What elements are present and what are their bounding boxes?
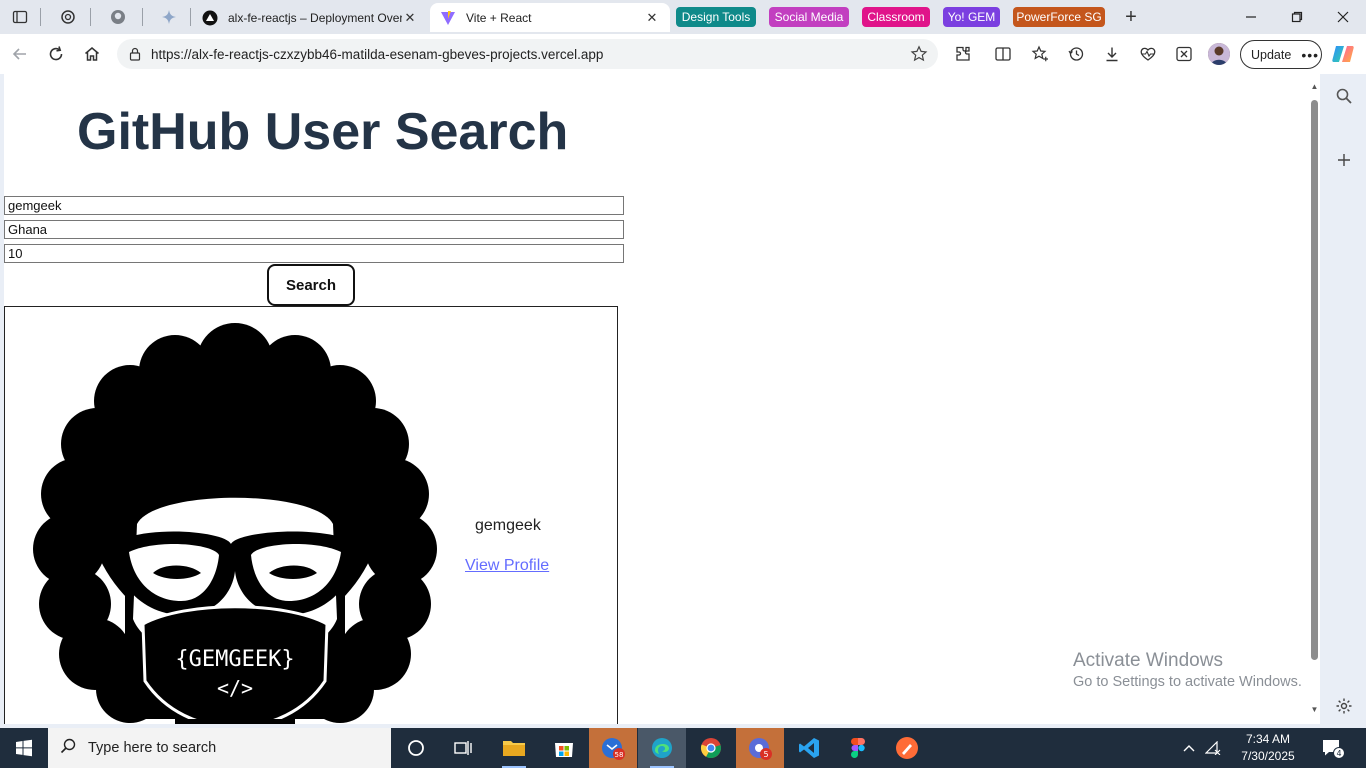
user-avatar-image: {GEMGEEK} </> <box>33 323 437 724</box>
chrome-profile-icon[interactable]: 5 <box>736 728 784 768</box>
close-window-icon[interactable] <box>1320 0 1366 34</box>
notification-center-icon[interactable]: 4 <box>1320 736 1346 760</box>
notification-count: 4 <box>1336 749 1341 758</box>
scroll-down-arrow-icon[interactable]: ▼ <box>1310 706 1319 714</box>
taskbar-search-box[interactable]: Type here to search <box>48 728 391 768</box>
update-button[interactable]: Update ••• <box>1240 40 1322 69</box>
divider <box>142 8 143 26</box>
tab-title: alx-fe-reactjs – Deployment Overv <box>228 10 402 25</box>
split-screen-icon[interactable] <box>991 42 1015 66</box>
microsoft-store-icon[interactable] <box>540 728 588 768</box>
more-options-icon[interactable]: ••• <box>1301 47 1319 63</box>
taskbar-search-placeholder: Type here to search <box>88 740 217 756</box>
history-icon[interactable] <box>1064 42 1088 66</box>
back-arrow-icon[interactable] <box>8 42 32 66</box>
browser-essentials-icon[interactable] <box>1136 42 1160 66</box>
cortana-icon[interactable] <box>392 728 440 768</box>
tab-group-powerforce[interactable]: PowerForce SG <box>1013 7 1105 27</box>
edge-sidebar <box>1322 74 1366 724</box>
min-repos-input[interactable] <box>4 244 624 263</box>
tab-vercel[interactable]: alx-fe-reactjs – Deployment Overv ✕ <box>192 3 428 32</box>
divider <box>40 8 41 26</box>
chrome-badge-count: 5 <box>763 750 768 759</box>
avatar-text-gemgeek: {GEMGEEK} <box>175 647 294 672</box>
refresh-icon[interactable] <box>44 42 68 66</box>
search-icon[interactable] <box>1332 84 1356 108</box>
divider <box>90 8 91 26</box>
search-icon <box>60 738 76 759</box>
github-tab-icon[interactable] <box>106 5 130 29</box>
favorites-icon[interactable] <box>1028 42 1052 66</box>
chatgpt-tab-icon[interactable] <box>56 5 80 29</box>
gemini-tab-icon[interactable] <box>157 5 181 29</box>
username-input[interactable] <box>4 196 624 215</box>
update-label: Update <box>1251 47 1292 62</box>
watermark-subtitle: Go to Settings to activate Windows. <box>1073 674 1302 690</box>
watermark-title: Activate Windows <box>1073 650 1223 671</box>
sidebar-settings-gear-icon[interactable] <box>1332 694 1356 718</box>
windows-start-icon[interactable] <box>0 728 48 768</box>
vite-icon <box>440 10 456 26</box>
vscode-icon[interactable] <box>785 728 833 768</box>
activate-windows-watermark: Activate Windows Go to Settings to activ… <box>1073 650 1302 690</box>
file-explorer-icon[interactable] <box>490 728 538 768</box>
tab-actions-icon[interactable] <box>8 5 32 29</box>
restore-icon[interactable] <box>1274 0 1320 34</box>
vertical-scrollbar[interactable]: ▲ ▼ <box>1309 74 1320 724</box>
tab-title: Vite + React <box>466 10 532 25</box>
home-icon[interactable] <box>80 42 104 66</box>
new-tab-icon[interactable]: + <box>1119 5 1143 29</box>
windows-taskbar: Type here to search 58 5 7:34 AM 7/30/20… <box>0 728 1366 768</box>
tab-group-classroom[interactable]: Classroom <box>862 7 930 27</box>
page-viewport: GitHub User Search Search <box>4 74 1309 724</box>
url-text[interactable]: https://alx-fe-reactjs-czxzybb46-matilda… <box>151 47 908 62</box>
search-button[interactable]: Search <box>267 264 355 306</box>
browser-toolbar: https://alx-fe-reactjs-czxzybb46-matilda… <box>0 34 1366 74</box>
chrome-icon[interactable] <box>687 728 735 768</box>
teams-badge-count: 58 <box>615 751 624 759</box>
copilot-icon[interactable] <box>1330 41 1356 67</box>
add-sidebar-app-icon[interactable] <box>1332 148 1356 172</box>
network-icon[interactable] <box>1203 728 1223 768</box>
scroll-thumb[interactable] <box>1311 100 1318 660</box>
avatar-text-code: </> <box>217 676 253 700</box>
tab-strip: alx-fe-reactjs – Deployment Overv ✕ Vite… <box>0 0 1366 34</box>
tab-group-social-media[interactable]: Social Media <box>769 7 849 27</box>
tab-group-design-tools[interactable]: Design Tools <box>676 7 756 27</box>
clock-date: 7/30/2025 <box>1241 749 1295 763</box>
teams-icon[interactable]: 58 <box>589 728 637 768</box>
clock-time: 7:34 AM <box>1245 732 1291 746</box>
profile-avatar[interactable] <box>1208 43 1230 65</box>
location-input[interactable] <box>4 220 624 239</box>
scroll-up-arrow-icon[interactable]: ▲ <box>1310 83 1319 91</box>
task-view-icon[interactable] <box>440 728 488 768</box>
edge-icon[interactable] <box>638 728 686 768</box>
taskbar-clock[interactable]: 7:34 AM 7/30/2025 <box>1228 731 1308 765</box>
close-tab-icon[interactable]: ✕ <box>402 10 418 26</box>
show-hidden-icons-chevron-icon[interactable] <box>1178 728 1200 768</box>
page-title: GitHub User Search <box>77 103 569 161</box>
tab-group-yo-gem[interactable]: Yo! GEM <box>943 7 1000 27</box>
lock-icon[interactable] <box>127 46 143 62</box>
close-tab-icon[interactable]: ✕ <box>644 10 660 26</box>
excel-extension-icon[interactable] <box>1172 42 1196 66</box>
figma-icon[interactable] <box>834 728 882 768</box>
favorite-star-icon[interactable] <box>908 43 930 65</box>
tab-vite-react[interactable]: Vite + React ✕ <box>430 3 670 32</box>
vercel-icon <box>202 10 218 26</box>
divider <box>190 8 191 26</box>
view-profile-link[interactable]: View Profile <box>465 557 549 575</box>
user-result-card: {GEMGEEK} </> gemgeek View Profile <box>4 306 618 724</box>
result-username: gemgeek <box>475 517 541 534</box>
downloads-icon[interactable] <box>1100 42 1124 66</box>
postman-icon[interactable] <box>883 728 931 768</box>
extensions-icon[interactable] <box>951 42 975 66</box>
minimize-icon[interactable] <box>1228 0 1274 34</box>
address-bar[interactable]: https://alx-fe-reactjs-czxzybb46-matilda… <box>117 39 938 69</box>
